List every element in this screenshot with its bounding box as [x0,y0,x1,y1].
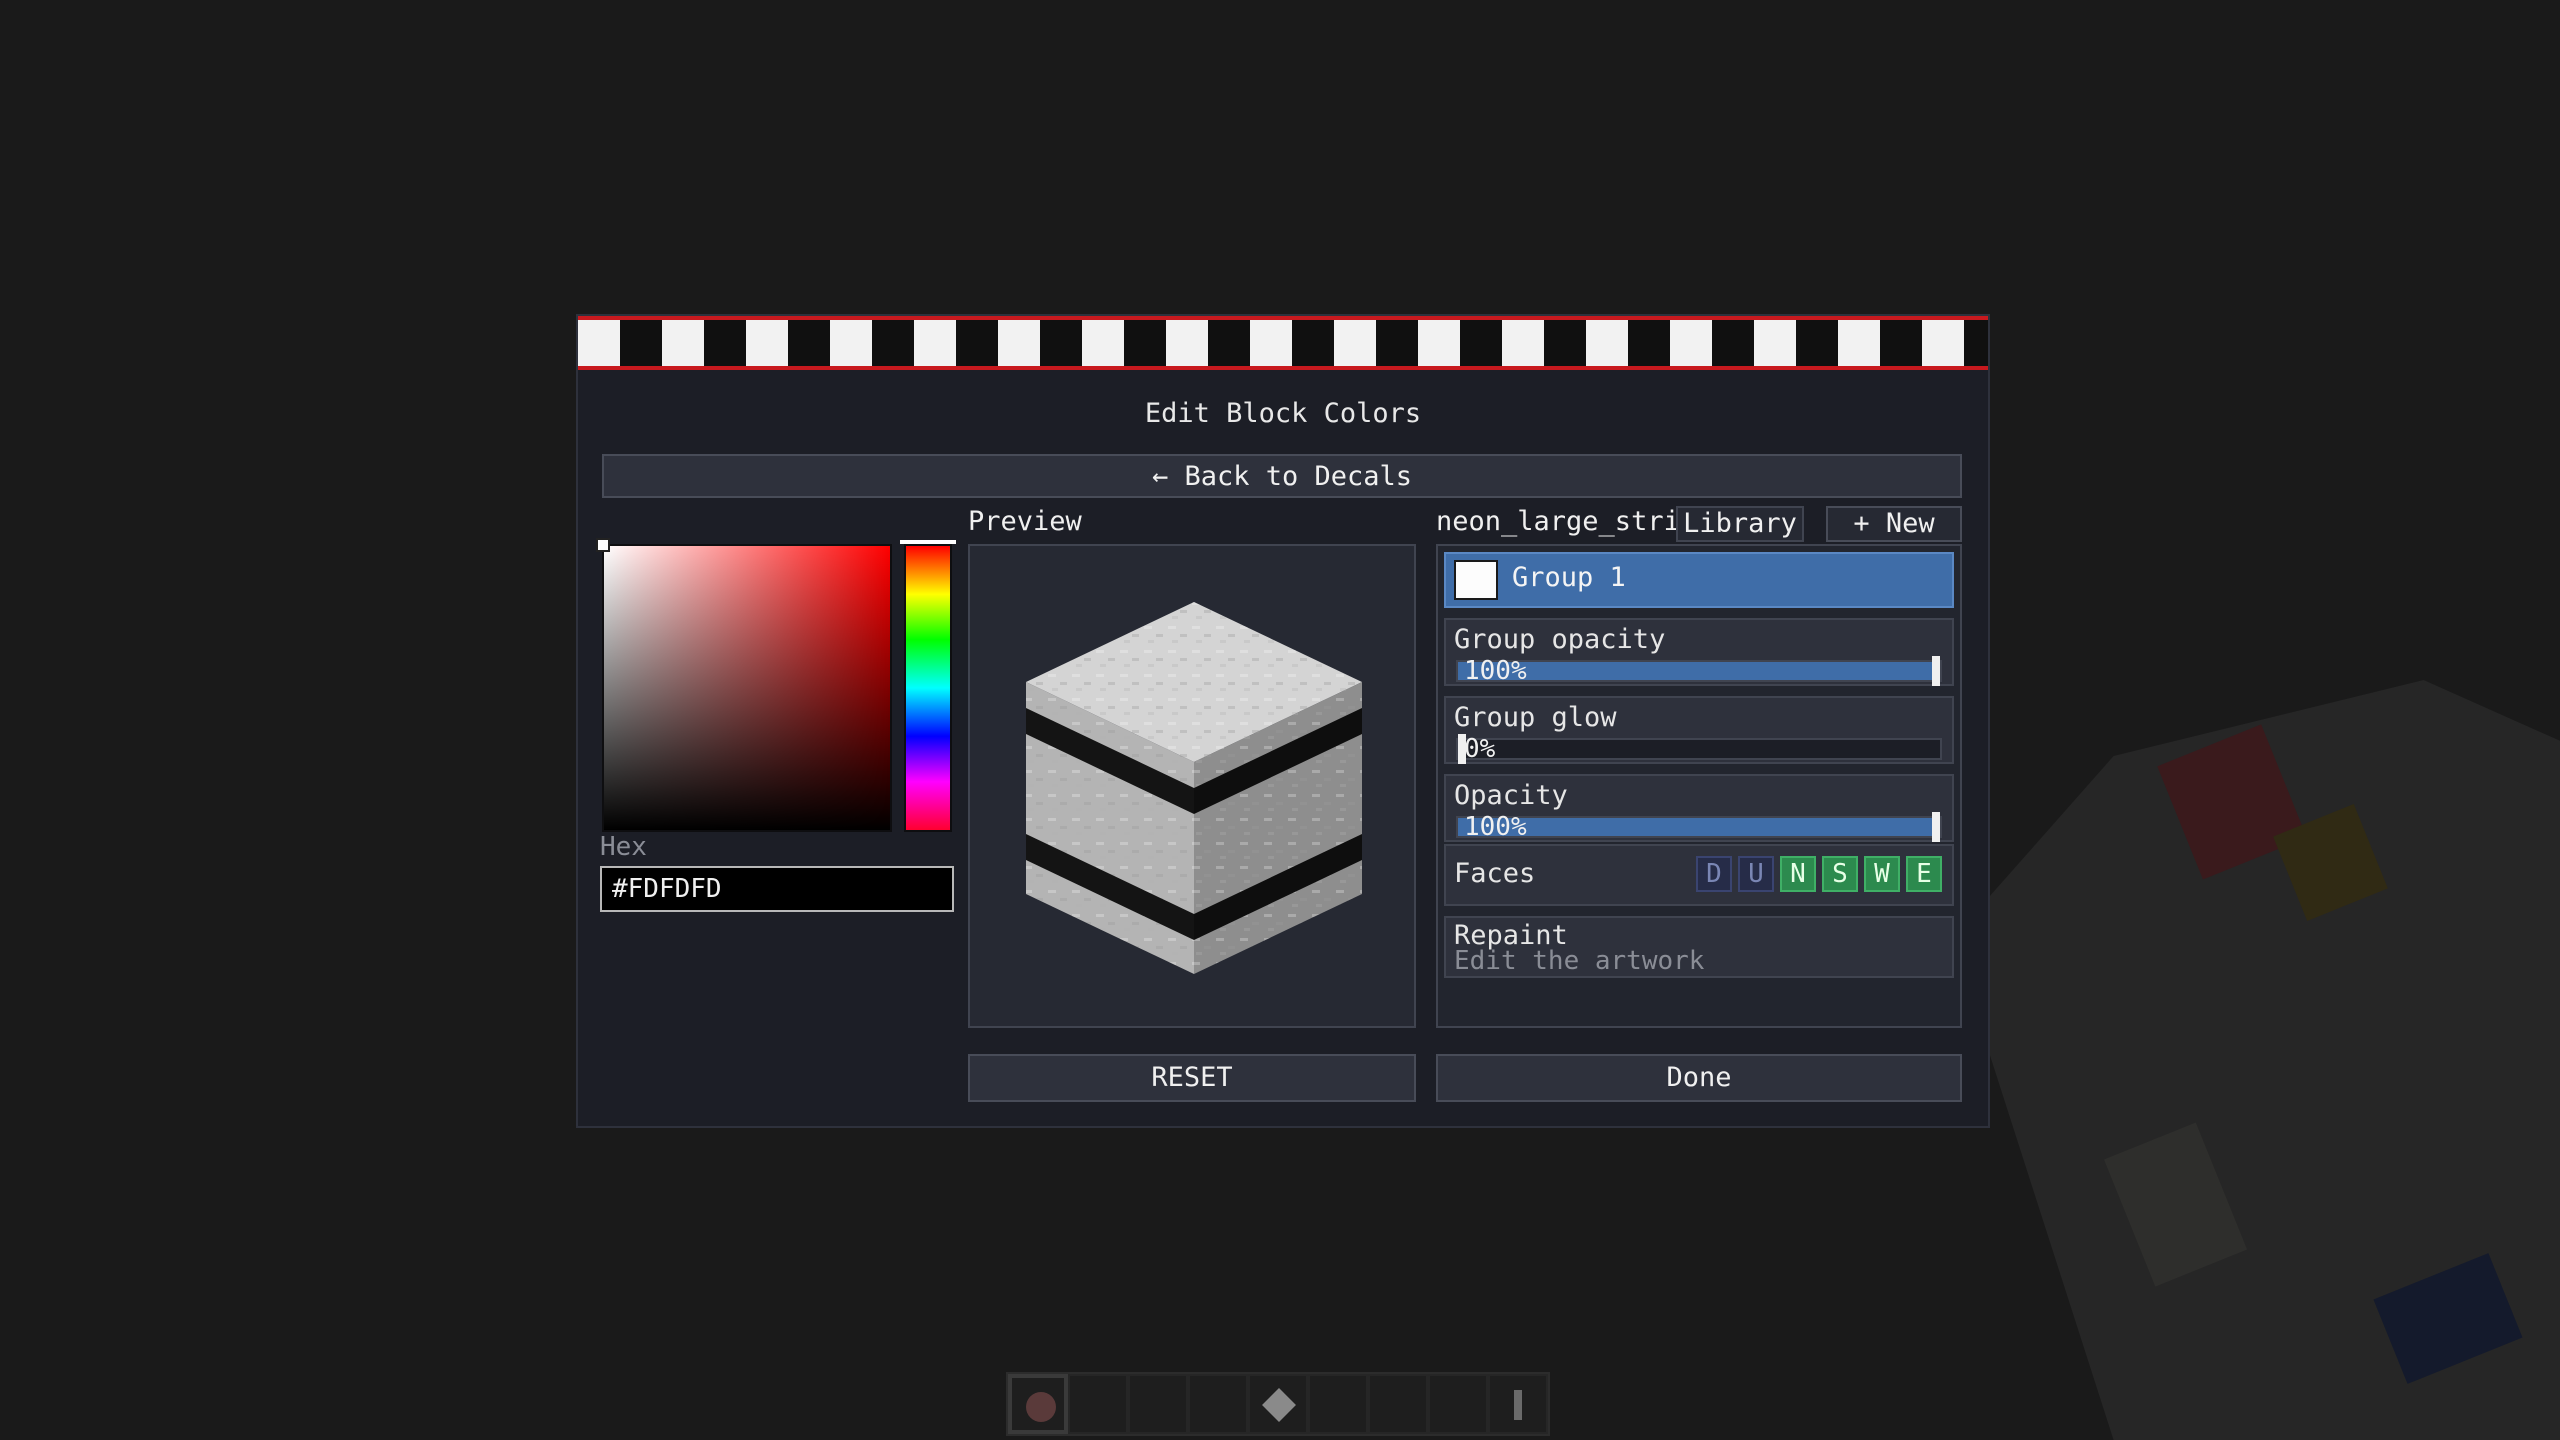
faces-label: Faces [1454,858,1536,889]
done-button[interactable]: Done [1436,1054,1962,1102]
group-opacity-label: Group opacity [1454,624,1666,655]
edit-block-colors-dialog: Edit Block Colors ← Back to Decals Hex #… [576,314,1990,1128]
hotbar-slot[interactable] [1188,1374,1248,1434]
group-glow-track[interactable]: 0% [1456,734,1942,764]
saturation-value-picker[interactable] [596,538,892,832]
new-button[interactable]: + New [1826,506,1962,542]
face-toggle-down[interactable]: D [1696,856,1732,892]
hue-marker[interactable] [900,540,956,544]
group-name: Group 1 [1512,562,1626,593]
group-opacity-slider[interactable]: Group opacity 100% [1444,618,1954,686]
held-item-patch [2103,1122,2248,1287]
back-to-decals-button[interactable]: ← Back to Decals [602,454,1962,498]
held-item-patch [2373,1252,2523,1384]
picker-cursor[interactable] [596,538,610,552]
group-opacity-track[interactable]: 100% [1456,656,1942,686]
checkered-title-bar [578,316,1988,370]
group-opacity-handle[interactable] [1932,656,1940,686]
reset-button[interactable]: RESET [968,1054,1416,1102]
dialog-title: Edit Block Colors [1144,398,1422,429]
group-item[interactable]: Group 1 [1444,552,1954,608]
face-toggle-up[interactable]: U [1738,856,1774,892]
group-color-swatch[interactable] [1454,560,1498,600]
preview-label: Preview [968,506,1082,537]
group-glow-label: Group glow [1454,702,1617,733]
decal-name: neon_large_strip [1436,506,1697,537]
stick-item-icon [1514,1390,1522,1420]
opacity-handle[interactable] [1932,812,1940,842]
opacity-label: Opacity [1454,780,1568,811]
hotbar [1006,1372,1550,1436]
face-toggle-east[interactable]: E [1906,856,1942,892]
opacity-value: 100% [1464,812,1527,842]
group-opacity-fill [1458,662,1940,680]
faces-row: Faces D U N S W E [1444,844,1954,906]
hotbar-slot[interactable] [1428,1374,1488,1434]
library-button[interactable]: Library [1676,506,1804,542]
opacity-fill [1458,818,1940,836]
face-toggle-south[interactable]: S [1822,856,1858,892]
face-toggle-west[interactable]: W [1864,856,1900,892]
held-item-background [1952,680,2560,1440]
group-glow-handle[interactable] [1458,734,1466,764]
paint-palette-icon [1026,1392,1056,1422]
block-preview-cube-icon [1026,602,1362,974]
hotbar-slot[interactable] [1128,1374,1188,1434]
hotbar-slot[interactable] [1368,1374,1428,1434]
opacity-track[interactable]: 100% [1456,812,1942,842]
block-preview[interactable] [968,544,1416,1028]
group-opacity-value: 100% [1464,656,1527,686]
face-toggle-north[interactable]: N [1780,856,1816,892]
hotbar-slot[interactable] [1008,1374,1068,1434]
hotbar-slot[interactable] [1248,1374,1308,1434]
opacity-slider[interactable]: Opacity 100% [1444,774,1954,842]
group-settings-panel: Group 1 Group opacity 100% Group glow 0%… [1436,544,1962,1028]
hotbar-slot[interactable] [1488,1374,1548,1434]
repaint-button[interactable]: Repaint Edit the artwork [1444,916,1954,978]
hotbar-slot[interactable] [1068,1374,1128,1434]
block-item-icon [1262,1388,1296,1422]
hotbar-slot[interactable] [1308,1374,1368,1434]
group-glow-value: 0% [1464,734,1496,764]
hex-label: Hex [600,832,647,862]
group-glow-slider[interactable]: Group glow 0% [1444,696,1954,764]
repaint-subtitle: Edit the artwork [1454,946,1705,976]
hue-slider[interactable] [900,540,956,832]
hex-input[interactable]: #FDFDFD [600,866,954,912]
